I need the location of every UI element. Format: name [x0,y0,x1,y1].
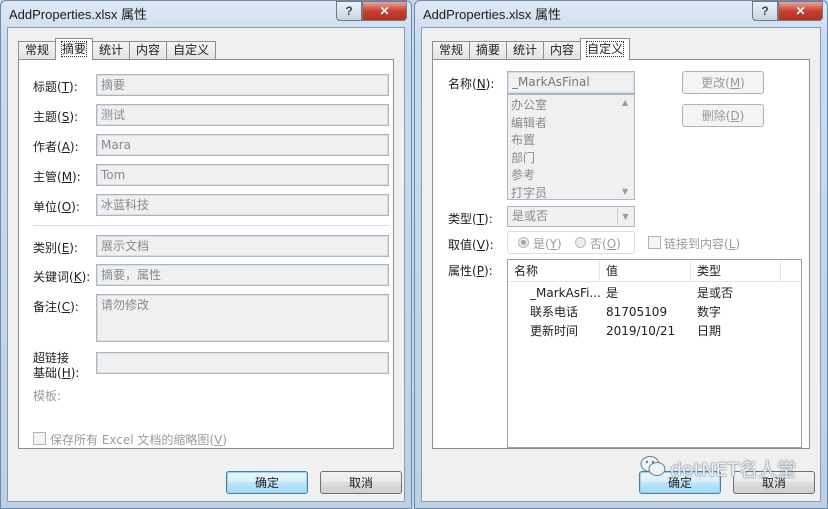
property-value: 2019/10/21 [606,324,676,338]
properties-dialog-summary: AddProperties.xlsx 属性 ? ✕ 常规 摘要 统计 内容 自定… [0,0,412,509]
radio-yes[interactable] [518,237,529,248]
tab-statistics[interactable]: 统计 [506,41,545,60]
separator [33,225,389,226]
thumbnail-checkbox[interactable] [33,432,46,445]
dialog-client: 常规 摘要 统计 内容 自定义 名称(N): _MarkAsFinal 办公室 … [421,27,821,502]
tab-custom[interactable]: 自定义 [166,41,217,60]
company-field[interactable]: 冰蓝科技 [96,194,389,216]
help-button[interactable]: ? [336,1,362,21]
watermark: dotNET名人堂 [640,455,796,482]
type-label: 类型(T): [448,212,493,226]
property-name: _MarkAsFi... [530,286,601,300]
tab-general[interactable]: 常规 [432,41,471,60]
table-row[interactable]: 更新时间 2019/10/21 日期 [508,322,801,341]
scroll-up-icon[interactable]: ▲ [622,98,628,107]
property-value: 81705109 [606,305,668,319]
type-dropdown[interactable]: 是或否 ▼ [507,206,635,227]
tab-statistics[interactable]: 统计 [92,41,131,60]
property-name: 联系电话 [530,305,579,319]
dialog-client: 常规 摘要 统计 内容 自定义 标题(T): 摘要 主题(S): 测试 作者(A… [7,27,405,502]
chevron-down-icon[interactable]: ▼ [617,208,633,225]
close-icon: ✕ [379,4,390,18]
list-item[interactable]: 布置 [508,132,634,150]
radio-no-label[interactable]: 否(O) [590,235,621,252]
property-type: 日期 [697,324,722,338]
property-value: 是 [606,286,619,300]
property-type: 是或否 [697,286,734,300]
name-listbox[interactable]: 办公室 编辑者 布置 部门 参考 打字员 ▲ ▼ [507,94,635,200]
list-item[interactable]: 参考 [508,167,634,185]
category-label: 类别(E): [33,241,79,255]
column-header-name[interactable]: 名称 [508,260,600,282]
tab-custom[interactable]: 自定义 [580,38,631,60]
radio-no[interactable] [575,237,586,248]
help-icon: ? [761,4,769,18]
manager-label: 主管(M): [33,170,81,184]
tab-general[interactable]: 常规 [18,41,57,60]
value-label: 取值(V): [448,238,494,252]
delete-button[interactable]: 删除(D) [682,104,764,127]
company-label: 单位(O): [33,200,80,214]
list-item[interactable]: 打字员 [508,185,634,203]
list-header: 名称 值 类型 [508,260,801,282]
tab-strip: 常规 摘要 统计 内容 自定义 [432,38,631,60]
link-to-content-checkbox[interactable] [648,236,661,249]
name-field[interactable]: _MarkAsFinal [507,71,635,94]
hyperlink-base-label: 超链接 基础(H): [33,351,80,380]
category-field[interactable]: 展示文档 [96,235,389,257]
title-label: 标题(T): [33,80,78,94]
modify-button[interactable]: 更改(M) [682,71,764,94]
column-header-type[interactable]: 类型 [691,260,781,282]
table-row[interactable]: _MarkAsFi... 是 是或否 [508,284,801,303]
property-type: 数字 [697,305,722,319]
summary-panel: 标题(T): 摘要 主题(S): 测试 作者(A): Mara 主管(M): T… [18,59,394,449]
property-name: 更新时间 [530,324,579,338]
comments-field[interactable]: 请勿修改 [96,294,389,342]
template-label: 模板: [33,389,62,403]
column-header-value[interactable]: 值 [600,260,691,282]
title-field[interactable]: 摘要 [96,74,389,96]
close-button[interactable]: ✕ [778,1,823,21]
help-button[interactable]: ? [752,1,778,21]
ok-button[interactable]: 确定 [226,471,308,494]
keywords-label: 关键词(K): [33,270,91,284]
tab-summary[interactable]: 摘要 [469,41,508,60]
properties-dialog-custom: AddProperties.xlsx 属性 ? ✕ 常规 摘要 统计 内容 自定… [414,0,828,509]
help-icon: ? [345,4,353,18]
close-button[interactable]: ✕ [362,1,407,21]
radio-yes-label[interactable]: 是(Y) [533,235,562,252]
subject-field[interactable]: 测试 [96,104,389,126]
close-icon: ✕ [795,4,806,18]
subject-label: 主题(S): [33,110,79,124]
tab-summary[interactable]: 摘要 [55,38,94,60]
custom-panel: 名称(N): _MarkAsFinal 办公室 编辑者 布置 部门 参考 打字员… [432,59,810,449]
list-item[interactable]: 部门 [508,150,634,168]
list-item[interactable]: 编辑者 [508,115,634,133]
tab-contents[interactable]: 内容 [129,41,168,60]
properties-list[interactable]: 名称 值 类型 _MarkAsFi... 是 是或否 联系电话 81705109… [507,259,802,448]
thumbnail-checkbox-label[interactable]: 保存所有 Excel 文档的缩略图(V) [50,431,227,448]
tab-strip: 常规 摘要 统计 内容 自定义 [18,38,217,60]
scroll-down-icon[interactable]: ▼ [622,187,628,196]
tab-contents[interactable]: 内容 [543,41,582,60]
manager-field[interactable]: Tom [96,164,389,186]
properties-label: 属性(P): [448,264,493,278]
list-item[interactable]: 办公室 [508,97,634,115]
dialog-title: AddProperties.xlsx 属性 [423,7,561,22]
dialog-title: AddProperties.xlsx 属性 [9,7,147,22]
cancel-button[interactable]: 取消 [320,471,402,494]
watermark-text: dotNET名人堂 [670,459,796,481]
comments-label: 备注(C): [33,300,79,314]
listbox-scrollbar[interactable]: ▲ ▼ [618,95,634,199]
hyperlink-base-field[interactable] [96,352,389,374]
keywords-field[interactable]: 摘要，属性 [96,264,389,286]
link-to-content-label[interactable]: 链接到内容(L) [664,235,740,252]
author-label: 作者(A): [33,140,79,154]
author-field[interactable]: Mara [96,134,389,156]
wechat-icon [640,455,666,482]
name-label: 名称(N): [448,77,495,91]
value-radio-group: 是(Y) 否(O) [507,231,635,254]
table-row[interactable]: 联系电话 81705109 数字 [508,303,801,322]
